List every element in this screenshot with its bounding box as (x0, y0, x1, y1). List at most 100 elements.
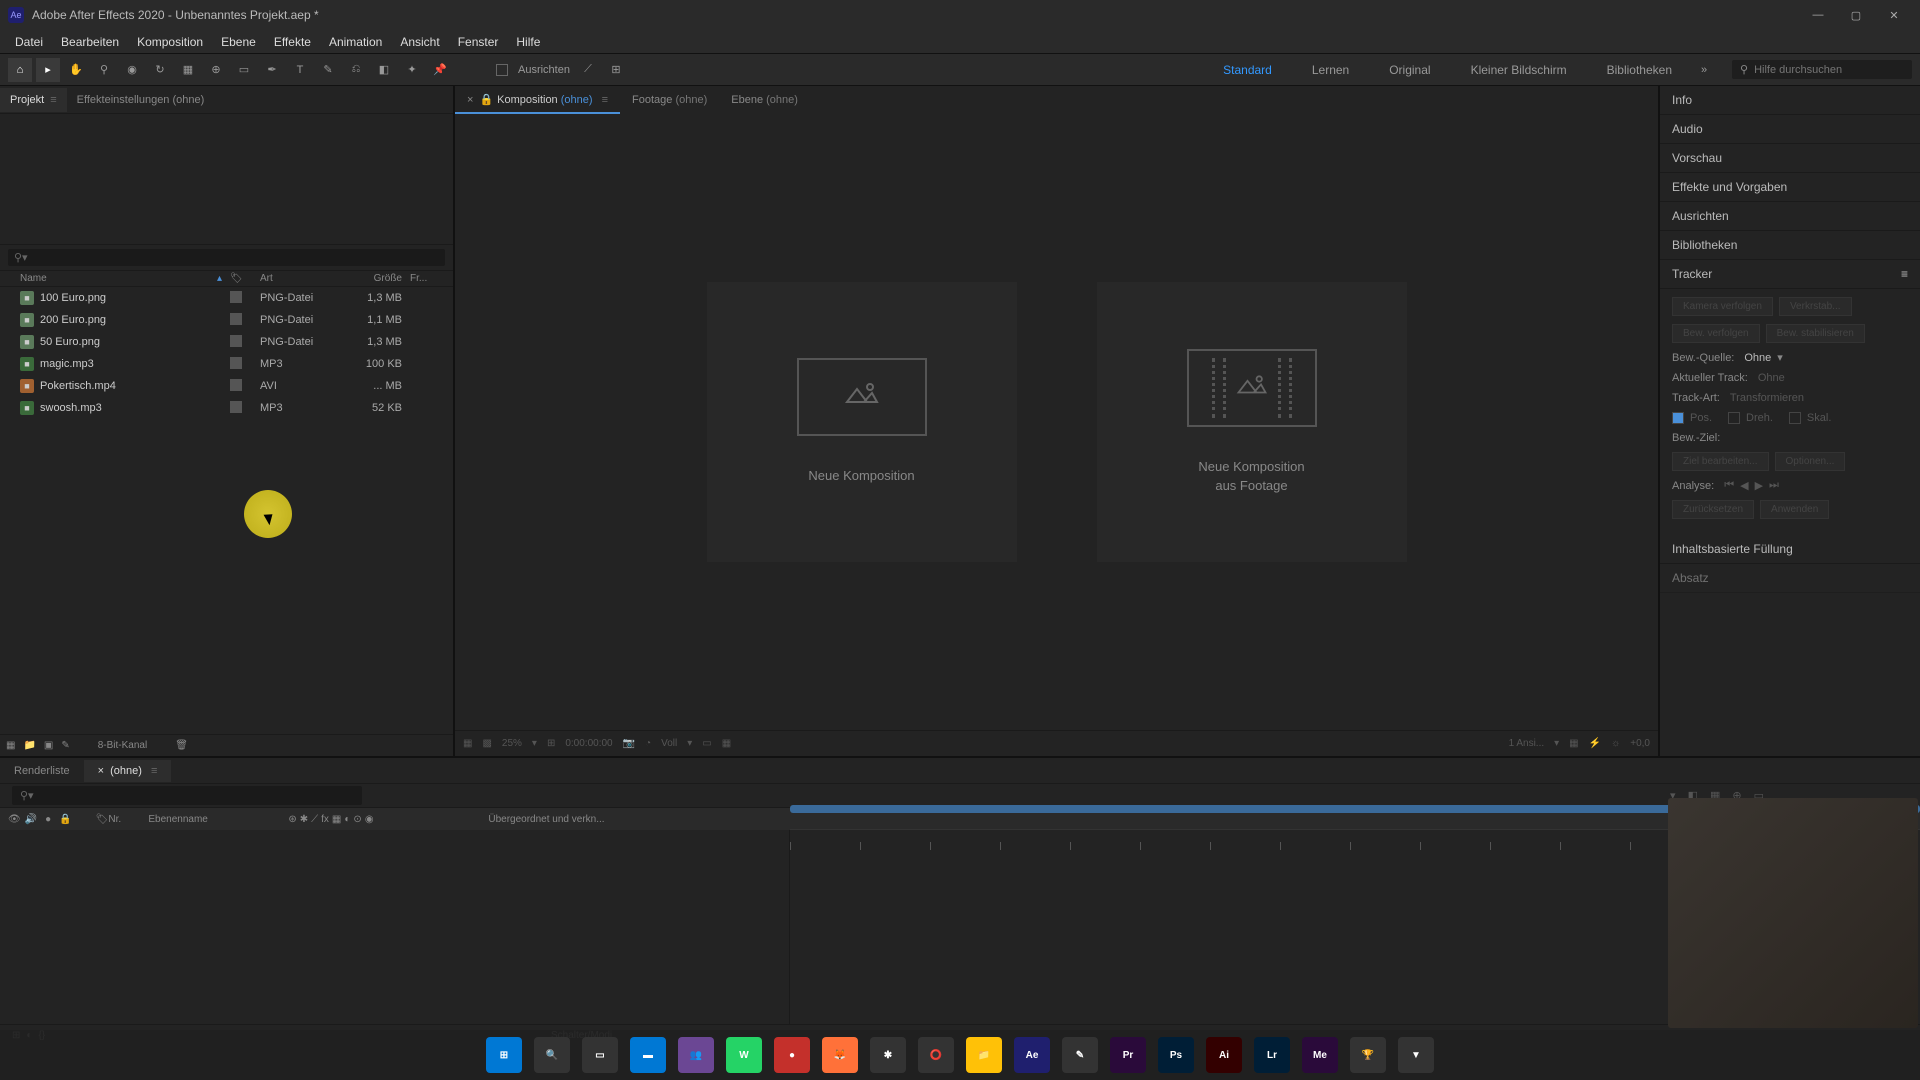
col-number[interactable]: Nr. (108, 814, 148, 825)
anchor-tool[interactable]: ⊕ (204, 58, 228, 82)
taskbar-app-icon[interactable]: Ae (1014, 1037, 1050, 1073)
workspace-kleiner-bildschirm[interactable]: Kleiner Bildschirm (1451, 59, 1587, 81)
comp-icon[interactable]: ▣ (44, 740, 53, 751)
taskbar-app-icon[interactable]: ✱ (870, 1037, 906, 1073)
taskbar-app-icon[interactable]: 🦊 (822, 1037, 858, 1073)
menu-hilfe[interactable]: Hilfe (507, 32, 549, 52)
interpret-icon[interactable]: ▦ (6, 740, 15, 751)
exposure-value[interactable]: +0,0 (1630, 738, 1650, 749)
pen-tool[interactable]: ✒ (260, 58, 284, 82)
text-tool[interactable]: T (288, 58, 312, 82)
project-file-item[interactable]: ■swoosh.mp3MP352 KB (0, 397, 453, 419)
project-file-item[interactable]: ■100 Euro.pngPNG-Datei1,3 MB (0, 287, 453, 309)
col-size[interactable]: Größe (350, 273, 410, 284)
rotate-tool[interactable]: ↻ (148, 58, 172, 82)
motion-source-select[interactable]: Ohne (1744, 352, 1771, 364)
panel-vorschau[interactable]: Vorschau (1660, 144, 1920, 173)
warp-stabilize-button[interactable]: Verkrstab... (1779, 297, 1852, 316)
analyze-back-icon[interactable]: ◀ (1740, 479, 1748, 492)
project-tab[interactable]: Effekteinstellungen (ohne) (67, 88, 215, 112)
camera-tool[interactable]: ▦ (176, 58, 200, 82)
toggle-alpha-icon[interactable]: ▦ (463, 738, 472, 749)
close-tab-icon[interactable]: × (467, 94, 473, 106)
menu-ansicht[interactable]: Ansicht (391, 32, 448, 52)
analyze-back1-icon[interactable]: ⏮ (1724, 479, 1734, 492)
col-name[interactable]: Name▴ (20, 273, 230, 284)
taskbar-app-icon[interactable]: ▼ (1398, 1037, 1434, 1073)
selection-tool[interactable]: ▸ (36, 58, 60, 82)
panel-paragraph[interactable]: Absatz (1660, 564, 1920, 593)
menu-fenster[interactable]: Fenster (449, 32, 508, 52)
taskbar-app-icon[interactable]: ⊞ (486, 1037, 522, 1073)
workspace-original[interactable]: Original (1369, 59, 1450, 81)
taskbar-app-icon[interactable]: Ps (1158, 1037, 1194, 1073)
options-button[interactable]: Optionen... (1775, 452, 1846, 471)
taskbar-app-icon[interactable]: Lr (1254, 1037, 1290, 1073)
project-file-list[interactable]: ■100 Euro.pngPNG-Datei1,3 MB■200 Euro.pn… (0, 287, 453, 734)
track-motion-button[interactable]: Bew. verfolgen (1672, 324, 1760, 343)
exposure-icon[interactable]: ☼ (1611, 738, 1620, 749)
label-swatch[interactable] (230, 401, 242, 413)
panel-info[interactable]: Info (1660, 86, 1920, 115)
panel-tracker[interactable]: Tracker≡ (1660, 260, 1920, 289)
taskbar-app-icon[interactable]: W (726, 1037, 762, 1073)
snap-options-icon[interactable]: ⟋ (576, 58, 600, 82)
panel-effekte-und-vorgaben[interactable]: Effekte und Vorgaben (1660, 173, 1920, 202)
project-tab[interactable]: Projekt≡ (0, 88, 67, 112)
snap-checkbox[interactable] (496, 64, 508, 76)
snapshot-icon[interactable]: 📷 (623, 738, 635, 749)
clone-tool[interactable]: ⎌ (344, 58, 368, 82)
shape-tool[interactable]: ▭ (232, 58, 256, 82)
views-dropdown[interactable]: 1 Ansi... (1509, 738, 1545, 749)
channel-icon[interactable]: ◔ (645, 738, 651, 749)
taskbar-app-icon[interactable]: ▬ (630, 1037, 666, 1073)
project-search[interactable]: ⚲▾ (8, 249, 445, 266)
timeline-tab[interactable]: Renderliste (0, 760, 84, 782)
viewer-tab[interactable]: ×🔒Komposition (ohne) ≡ (455, 87, 620, 114)
grid-icon[interactable]: ⊞ (547, 738, 555, 749)
taskbar-app-icon[interactable]: 🏆 (1350, 1037, 1386, 1073)
panel-menu-icon[interactable]: ≡ (1901, 267, 1908, 281)
analyze-fwd-icon[interactable]: ▶ (1755, 479, 1763, 492)
position-checkbox[interactable] (1672, 412, 1684, 424)
menu-ebene[interactable]: Ebene (212, 32, 265, 52)
orbit-tool[interactable]: ◉ (120, 58, 144, 82)
label-swatch[interactable] (230, 357, 242, 369)
help-search-input[interactable] (1754, 64, 1894, 76)
resolution-dropdown[interactable]: Voll (661, 738, 677, 749)
menu-effekte[interactable]: Effekte (265, 32, 320, 52)
hand-tool[interactable]: ✋ (64, 58, 88, 82)
home-tool[interactable]: ⌂ (8, 58, 32, 82)
snap-grid-icon[interactable]: ⊞ (604, 58, 628, 82)
lock-icon[interactable]: 🔒 (479, 94, 493, 106)
panel-menu-icon[interactable]: ≡ (50, 94, 56, 106)
panel-menu-icon[interactable]: ≡ (602, 94, 608, 106)
reset-button[interactable]: Zurücksetzen (1672, 500, 1754, 519)
col-label[interactable]: 🏷 (230, 273, 260, 284)
new-composition-card[interactable]: Neue Komposition (707, 282, 1017, 562)
taskbar-app-icon[interactable]: ✎ (1062, 1037, 1098, 1073)
taskbar-app-icon[interactable]: 👥 (678, 1037, 714, 1073)
taskbar-app-icon[interactable]: ▭ (582, 1037, 618, 1073)
roto-tool[interactable]: ✦ (400, 58, 424, 82)
help-search[interactable]: ⚲ (1732, 60, 1912, 79)
analyze-fwd1-icon[interactable]: ⏭ (1769, 479, 1779, 492)
workspace-standard[interactable]: Standard (1203, 59, 1292, 81)
bit-depth-label[interactable]: 8-Bit-Kanal (98, 740, 147, 751)
label-swatch[interactable] (230, 313, 242, 325)
region-icon[interactable]: ▭ (702, 738, 711, 749)
menu-datei[interactable]: Datei (6, 32, 52, 52)
taskbar-app-icon[interactable]: 📁 (966, 1037, 1002, 1073)
rotation-checkbox[interactable] (1728, 412, 1740, 424)
draft-icon[interactable]: ⚡ (1589, 738, 1601, 749)
menu-bearbeiten[interactable]: Bearbeiten (52, 32, 128, 52)
new-composition-from-footage-card[interactable]: Neue Kompositionaus Footage (1097, 282, 1407, 562)
minimize-button[interactable]: — (1808, 5, 1828, 25)
scale-checkbox[interactable] (1789, 412, 1801, 424)
col-framerate[interactable]: Fr... (410, 273, 440, 284)
percent-dropdown[interactable]: 25% (502, 738, 522, 749)
viewer-tab[interactable]: Ebene (ohne) (719, 88, 810, 112)
folder-icon[interactable]: 📁 (23, 740, 35, 751)
edit-target-button[interactable]: Ziel bearbeiten... (1672, 452, 1769, 471)
3d-icon[interactable]: ▦ (1569, 738, 1578, 749)
